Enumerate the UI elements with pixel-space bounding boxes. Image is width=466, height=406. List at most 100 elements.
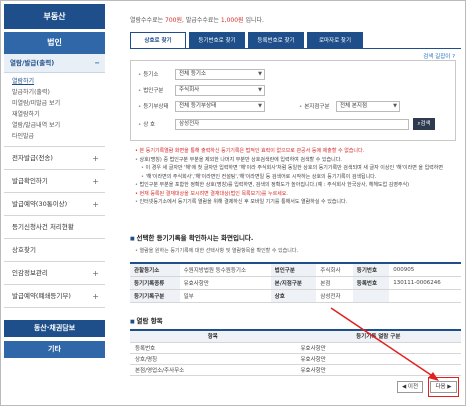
table-cell: 000905	[389, 263, 461, 277]
sidebar-subitem-review[interactable]: 재열람하기	[12, 109, 105, 120]
sidebar-item-label: 상호찾기	[12, 246, 36, 254]
table-cell: 130111-0006246	[389, 276, 461, 290]
sidebar-subitem-issue[interactable]: 발급하기(출력)	[12, 87, 105, 98]
sidebar-group-view-issue[interactable]: 열람/발급(출력) −	[4, 54, 105, 73]
branch-value: 전체 본지점	[340, 102, 368, 109]
view-type-cell: 유효사항만	[295, 353, 461, 365]
collapse-icon[interactable]: −	[95, 54, 100, 73]
table-cell	[389, 289, 461, 303]
sidebar-header[interactable]: 부동산	[4, 4, 105, 29]
sidebar-item-label: 전자발급(전송)	[12, 154, 53, 162]
company-name-input[interactable]: 삼성전자	[175, 118, 409, 130]
table-cell: 주식회사	[316, 263, 353, 277]
instruction-item: 본 등기기록열람 화면을 통해 출력하신 등기기록은 법적인 효력이 없으므로 …	[135, 147, 453, 156]
instruction-item: 이 경우 새 글자만 '해'에 첫 글자만 입력하면 '해'이라 주식회사'처럼…	[135, 164, 453, 173]
prev-button[interactable]: ◀ 이전	[397, 381, 423, 393]
chevron-down-icon: ▼	[258, 102, 262, 109]
view-items-table: 항목 등기기록 열람 구분 등록번호 유효사항만 상호/명칭 유효사항만 본점/영업소/…	[130, 329, 461, 376]
issue-fee: 1,000원	[220, 17, 244, 24]
expand-icon: +	[92, 292, 99, 301]
column-header-view-type: 등기기록 열람 구분	[295, 330, 461, 343]
selected-record-table: 관할등기소 수원지방법원 등수원등기소 법인구분 주식회사 등기번호 000905 등기기록…	[130, 262, 461, 303]
branch-label: 본지점구분	[299, 102, 336, 110]
search-button[interactable]: ⌕검색	[413, 118, 435, 130]
sidebar-group-label: 열람/발급(출력)	[10, 59, 55, 67]
selected-record-desc: 열람을 원하는 등기기록에 대한 선택사항 및 열람항목을 확인할 수 있습니다…	[135, 247, 299, 254]
table-header-cell: 등기기록구분	[130, 289, 180, 303]
branch-select[interactable]: 전체 본지점 ▼	[336, 100, 400, 112]
registry-select[interactable]: 전체 등기소 ▼	[175, 68, 265, 80]
chevron-down-icon: ▼	[258, 86, 262, 93]
registry-value: 전체 등기소	[179, 70, 207, 77]
expand-icon: +	[92, 177, 99, 186]
sidebar-subitem-history[interactable]: 열람/발급내역 보기	[12, 120, 105, 131]
table-header-row: 항목 등기기록 열람 구분	[130, 330, 461, 343]
view-fee: 700원	[165, 17, 183, 24]
column-header-item: 항목	[130, 330, 296, 343]
table-header-cell: 등록번호	[352, 276, 390, 290]
table-header-cell: 관할등기소	[130, 263, 180, 277]
sidebar-subitem-view[interactable]: 열람하기	[12, 76, 105, 87]
view-type-cell: 유효사항만	[295, 364, 461, 376]
fee-notice-text: 열람수수료는	[130, 17, 166, 24]
sidebar-item-label: 등기신청사건 처리현황	[12, 223, 74, 231]
sidebar-item-label: 발급예약(폐쇄등기부)	[12, 292, 71, 300]
fee-notice-text: , 발급수수료는	[182, 17, 221, 24]
table-cell: 본점	[316, 276, 353, 290]
instruction-item: 상호(명칭) 중 법인구분 부분을 제외한 나머지 부분만 상호검색란에 입력하…	[135, 156, 453, 165]
table-header-cell: 등기번호	[352, 263, 390, 277]
sidebar-subitem-others[interactable]: 타인발급	[12, 131, 105, 142]
search-tabs: 상호로 찾기 등기번호로 찾기 등록번호로 찾기 로마자로 찾기	[130, 32, 366, 49]
corp-type-value: 주식회사	[179, 86, 200, 93]
name-row: 상 호 삼성전자 ⌕검색	[138, 118, 435, 130]
next-button-highlight	[428, 377, 459, 397]
registry-label: 등기소	[138, 70, 175, 78]
table-row: 등록번호 유효사항만	[130, 342, 461, 354]
tab-divider	[130, 48, 461, 49]
sidebar-item-reserve[interactable]: 발급예약(30통이상) +	[4, 193, 105, 216]
chevron-down-icon: ▼	[258, 70, 262, 77]
instruction-item: 현재 등록된 결재대상을 보시려면 결재대상(법인 목록보기)를 누르세요.	[135, 190, 453, 199]
fee-notice-text: 입니다.	[243, 17, 264, 24]
table-cell: 수원지방법원 등수원등기소	[179, 263, 271, 277]
table-header-cell: 등기기록종류	[130, 276, 180, 290]
tab-by-reg-number[interactable]: 등기번호로 찾기	[189, 32, 245, 49]
view-item-cell: 본점/영업소/주사무소	[130, 364, 296, 376]
sidebar-button-movable-collateral[interactable]: 동산·채권담보	[4, 320, 105, 337]
sidebar: 부동산 법인 열람/발급(출력) − 열람하기 발급하기(출력) 미열람/미발급…	[4, 4, 105, 402]
sidebar-section-corporation[interactable]: 법인	[4, 32, 105, 54]
table-row: 관할등기소 수원지방법원 등수원등기소 법인구분 주식회사 등기번호 000905	[130, 263, 461, 277]
status-label: 등기부상태	[138, 102, 175, 110]
view-item-cell: 등록번호	[130, 342, 296, 354]
sidebar-item-verify[interactable]: 발급확인하기 +	[4, 170, 105, 193]
sidebar-item-seal[interactable]: 인감정보관리 +	[4, 262, 105, 285]
instruction-item: 법인구분 부분을 포함한 정확한 상호(명칭)를 입력하면, 검색의 정확도가 …	[135, 181, 453, 190]
view-items-title: 열람 항목	[130, 315, 162, 325]
status-value: 전체 등기부상태	[179, 102, 217, 109]
name-label: 상 호	[138, 120, 175, 128]
corp-type-select[interactable]: 주식회사 ▼	[175, 84, 265, 96]
tab-by-name[interactable]: 상호로 찾기	[130, 32, 186, 49]
corp-type-label: 법인구분	[138, 86, 175, 94]
fee-notice: 열람수수료는 700원, 발급수수료는 1,000원 입니다.	[130, 15, 264, 24]
table-row: 등기기록종류 유효사항만 본/지점구분 본점 등록번호 130111-0006246	[130, 276, 461, 290]
tab-by-biz-number[interactable]: 등록번호로 찾기	[248, 32, 304, 49]
view-type-cell: 유효사항만	[295, 342, 461, 354]
registry-row: 등기소 전체 등기소 ▼	[138, 68, 265, 80]
status-select[interactable]: 전체 등기부상태 ▼	[175, 100, 265, 112]
sidebar-item-status[interactable]: 등기신청사건 처리현황	[4, 216, 105, 239]
sidebar-subitem-unviewed[interactable]: 미열람/미발급 보기	[12, 98, 105, 109]
sidebar-item-closed-reserve[interactable]: 발급예약(폐쇄등기부) +	[4, 285, 105, 308]
table-row: 본점/영업소/주사무소 유효사항만	[130, 364, 461, 376]
window-frame: 부동산 법인 열람/발급(출력) − 열람하기 발급하기(출력) 미열람/미발급…	[0, 0, 466, 406]
search-guide-link[interactable]: 검색 길잡이 ?	[423, 52, 455, 60]
table-header-cell: 법인구분	[270, 263, 317, 277]
search-form: 등기소 전체 등기소 ▼ 법인구분 주식회사 ▼ 등기부상태 전체 등기부상태 ▼ 본…	[130, 60, 456, 141]
table-cell: 유효사항만	[179, 276, 271, 290]
sidebar-button-etc[interactable]: 기타	[4, 341, 105, 358]
sidebar-item-label: 인감정보관리	[12, 269, 48, 277]
sidebar-item-name-search[interactable]: 상호찾기	[4, 239, 105, 262]
sidebar-item-e-issue[interactable]: 전자발급(전송) +	[4, 147, 105, 170]
table-row: 등기기록구분 일부 상호 삼성전자	[130, 289, 461, 303]
tab-by-roman[interactable]: 로마자로 찾기	[307, 32, 363, 49]
